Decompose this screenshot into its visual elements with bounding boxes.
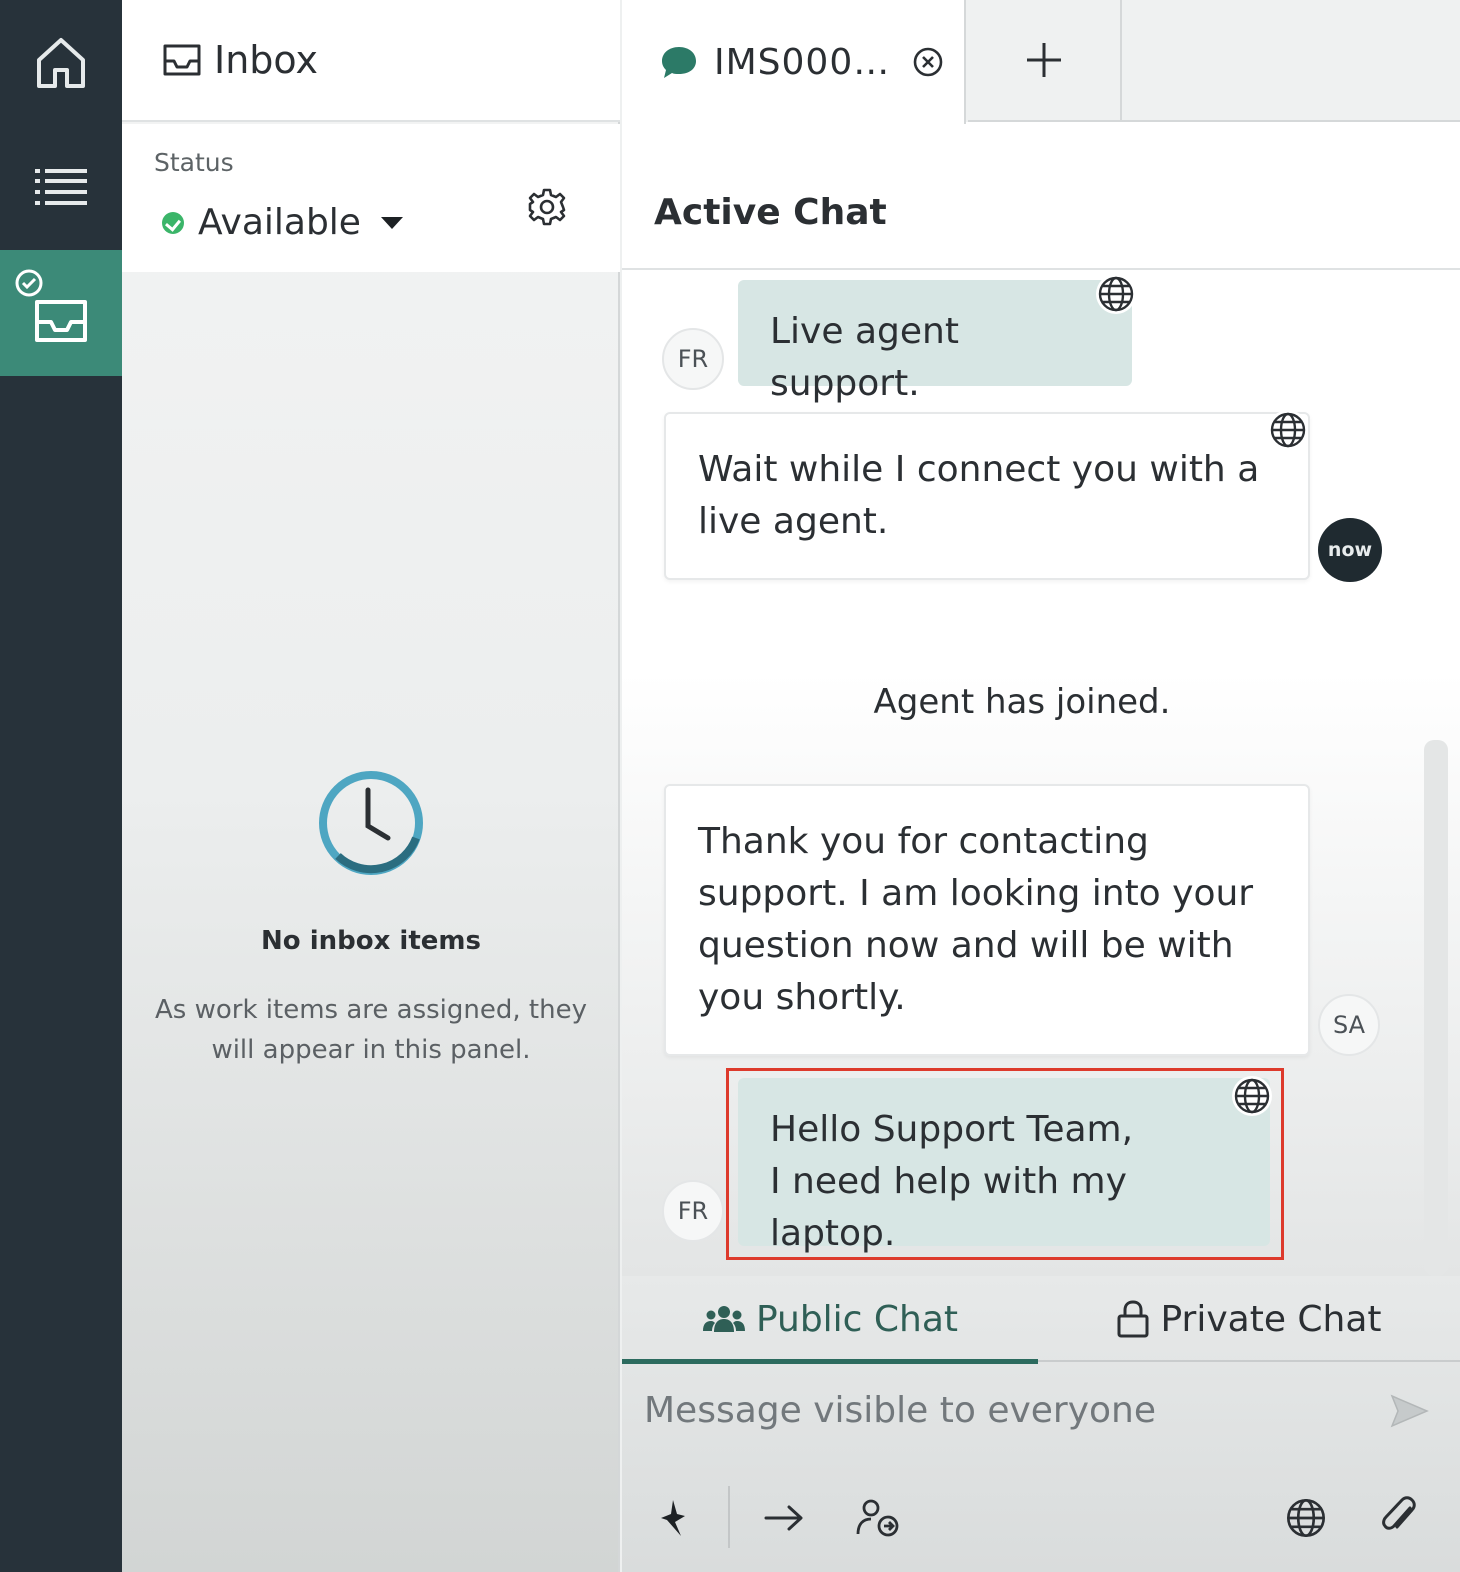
- close-icon[interactable]: [912, 46, 944, 78]
- list-button[interactable]: [0, 124, 122, 250]
- inbox-title-group: Inbox: [162, 38, 318, 82]
- available-status-icon: [162, 211, 184, 234]
- system-message: Agent has joined.: [873, 682, 1171, 722]
- chat-title: Active Chat: [654, 192, 887, 233]
- empty-title: No inbox items: [261, 926, 481, 956]
- add-tab-button[interactable]: [968, 0, 1122, 122]
- message-bubble-bot: Wait while I connect you with a live age…: [664, 412, 1310, 580]
- status-dropdown[interactable]: Available: [162, 202, 403, 243]
- tab-label: IMS000…: [714, 41, 891, 83]
- status-label: Status: [154, 148, 234, 177]
- tab-private-label: Private Chat: [1160, 1298, 1382, 1340]
- available-check-icon: [15, 269, 43, 297]
- lock-icon: [1117, 1300, 1149, 1338]
- clock-icon: [319, 771, 423, 875]
- left-rail: [0, 0, 122, 1572]
- avatar-fr: FR: [662, 1180, 724, 1242]
- toolbar-divider: [728, 1486, 730, 1548]
- message-text: Wait while I connect you with a live age…: [698, 449, 1260, 542]
- tab-bar: IMS000…: [622, 0, 1460, 124]
- inbox-header: Inbox: [122, 0, 620, 122]
- globe-icon: [1098, 276, 1134, 312]
- settings-button[interactable]: [524, 184, 570, 230]
- chat-bubble-icon: [662, 47, 696, 78]
- invite-agent-button[interactable]: [850, 1490, 906, 1546]
- message-text: Live agent support.: [770, 311, 959, 404]
- tab-public-label: Public Chat: [755, 1298, 959, 1340]
- chat-header: Active Chat: [622, 124, 1460, 270]
- transfer-button[interactable]: [756, 1490, 812, 1546]
- plus-icon: [1027, 43, 1061, 77]
- globe-icon: [1286, 1498, 1326, 1538]
- translate-button[interactable]: [1268, 410, 1308, 450]
- home-icon: [37, 38, 85, 88]
- caret-down-icon: [380, 216, 403, 229]
- empty-description: As work items are assigned, they will ap…: [155, 995, 587, 1065]
- home-button[interactable]: [0, 0, 122, 124]
- language-button[interactable]: [1278, 1490, 1334, 1546]
- scrollbar[interactable]: [1424, 740, 1448, 1276]
- arrow-right-icon: [764, 1505, 803, 1531]
- tab-bar-border: [1122, 120, 1460, 122]
- paperclip-icon: [1382, 1496, 1416, 1530]
- message-text: Thank you for contacting support. I am l…: [698, 821, 1254, 1018]
- avatar-sa: SA: [1318, 994, 1380, 1056]
- avatar-now: now: [1318, 518, 1382, 582]
- message-list[interactable]: FR Live agent support. Wait while I conn…: [622, 270, 1460, 1276]
- empty-state: No inbox items As work items are assigne…: [122, 768, 620, 1070]
- avatar-fr: FR: [662, 328, 724, 390]
- people-icon: [702, 1306, 745, 1332]
- tab-private-chat[interactable]: Private Chat: [1038, 1276, 1460, 1362]
- globe-icon: [1270, 412, 1306, 448]
- tab-conversation[interactable]: IMS000…: [622, 0, 966, 124]
- chat-mode-tabs: Public Chat Private Chat: [622, 1276, 1460, 1364]
- quick-action-button[interactable]: [646, 1490, 702, 1546]
- message-input[interactable]: [622, 1364, 1382, 1456]
- chat-workspace: IMS000… Active Chat FR Live agent suppor…: [622, 0, 1460, 1572]
- tab-public-chat[interactable]: Public Chat: [622, 1276, 1038, 1364]
- highlight-annotation: [726, 1068, 1284, 1260]
- user-add-icon: [856, 1499, 899, 1537]
- status-value: Available: [198, 202, 361, 243]
- inbox-panel: Inbox Status Available No inbox items As…: [122, 0, 620, 1572]
- inbox-icon: [163, 44, 201, 76]
- bolt-icon: [661, 1500, 685, 1536]
- attach-button[interactable]: [1372, 1490, 1428, 1546]
- send-icon: [1390, 1394, 1429, 1428]
- translate-button[interactable]: [1096, 274, 1136, 314]
- send-button[interactable]: [1384, 1386, 1434, 1436]
- status-section: Status Available: [122, 124, 620, 272]
- gear-icon: [528, 188, 566, 226]
- message-bubble-user: Live agent support.: [738, 280, 1132, 404]
- message-bubble-agent: Thank you for contacting support. I am l…: [664, 784, 1310, 1056]
- composer: Public Chat Private Chat: [622, 1276, 1460, 1572]
- list-icon: [35, 169, 87, 205]
- inbox-title: Inbox: [214, 38, 318, 82]
